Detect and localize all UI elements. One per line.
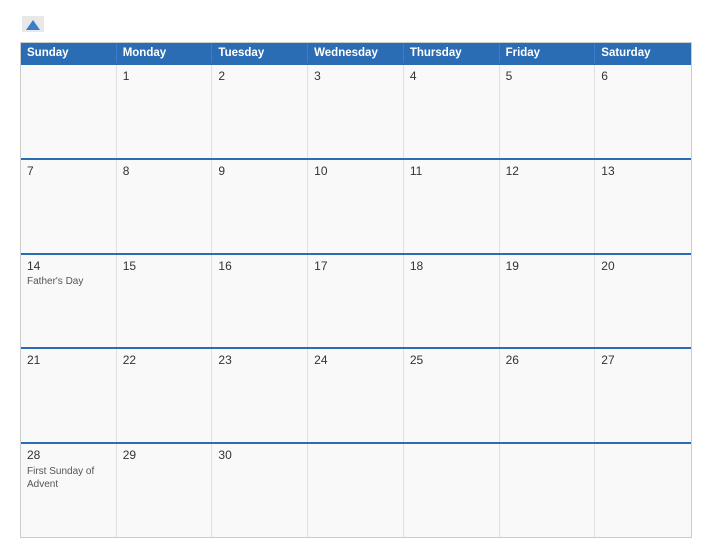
day-number: 23 <box>218 353 301 367</box>
calendar-cell: 12 <box>500 160 596 253</box>
day-number: 8 <box>123 164 206 178</box>
day-header-monday: Monday <box>117 43 213 63</box>
day-number: 12 <box>506 164 589 178</box>
page: SundayMondayTuesdayWednesdayThursdayFrid… <box>0 0 712 550</box>
calendar-cell: 21 <box>21 349 117 442</box>
day-number: 7 <box>27 164 110 178</box>
day-header-tuesday: Tuesday <box>212 43 308 63</box>
day-number: 30 <box>218 448 301 462</box>
calendar-cell <box>404 444 500 537</box>
day-header-thursday: Thursday <box>404 43 500 63</box>
calendar-week-1: 123456 <box>21 63 691 158</box>
day-number: 10 <box>314 164 397 178</box>
day-number: 19 <box>506 259 589 273</box>
day-number: 6 <box>601 69 685 83</box>
calendar-cell: 15 <box>117 255 213 348</box>
calendar-cell <box>595 444 691 537</box>
day-number: 9 <box>218 164 301 178</box>
day-number: 5 <box>506 69 589 83</box>
calendar-cell: 9 <box>212 160 308 253</box>
day-event: First Sunday of Advent <box>27 465 110 491</box>
day-event: Father's Day <box>27 275 110 288</box>
day-number: 14 <box>27 259 110 273</box>
logo-icon <box>22 16 44 32</box>
day-number: 24 <box>314 353 397 367</box>
calendar-cell: 13 <box>595 160 691 253</box>
calendar-cell: 6 <box>595 65 691 158</box>
day-number: 2 <box>218 69 301 83</box>
calendar-week-4: 21 22 23 24 25 26 27 <box>21 347 691 442</box>
calendar-cell: 2 <box>212 65 308 158</box>
logo <box>20 16 48 32</box>
day-number: 21 <box>27 353 110 367</box>
calendar-cell: 30 <box>212 444 308 537</box>
day-number: 17 <box>314 259 397 273</box>
day-number: 13 <box>601 164 685 178</box>
calendar-cell: 14 Father's Day <box>21 255 117 348</box>
calendar-body: 1234567891011121314Father's Day151617181… <box>21 63 691 537</box>
day-number: 11 <box>410 164 493 178</box>
day-number: 3 <box>314 69 397 83</box>
calendar-cell: 4 <box>404 65 500 158</box>
calendar-header-row: SundayMondayTuesdayWednesdayThursdayFrid… <box>21 43 691 63</box>
day-number: 16 <box>218 259 301 273</box>
calendar-cell: 25 <box>404 349 500 442</box>
calendar-cell <box>500 444 596 537</box>
day-number: 1 <box>123 69 206 83</box>
day-number: 27 <box>601 353 685 367</box>
calendar-cell: 29 <box>117 444 213 537</box>
calendar-cell: 19 <box>500 255 596 348</box>
day-number: 20 <box>601 259 685 273</box>
calendar-week-5: 28 First Sunday of Advent 29 30 <box>21 442 691 537</box>
calendar-cell: 28 First Sunday of Advent <box>21 444 117 537</box>
calendar-cell: 7 <box>21 160 117 253</box>
calendar-cell: 5 <box>500 65 596 158</box>
calendar-cell: 23 <box>212 349 308 442</box>
calendar-cell: 18 <box>404 255 500 348</box>
day-header-sunday: Sunday <box>21 43 117 63</box>
day-header-wednesday: Wednesday <box>308 43 404 63</box>
calendar-cell: 26 <box>500 349 596 442</box>
calendar-cell <box>21 65 117 158</box>
calendar-cell <box>308 444 404 537</box>
day-header-friday: Friday <box>500 43 596 63</box>
day-number: 29 <box>123 448 206 462</box>
day-number: 25 <box>410 353 493 367</box>
calendar-cell: 17 <box>308 255 404 348</box>
calendar-cell: 10 <box>308 160 404 253</box>
day-number: 22 <box>123 353 206 367</box>
day-number: 18 <box>410 259 493 273</box>
calendar-week-3: 14 Father's Day 15 16 17 18 19 20 <box>21 253 691 348</box>
day-number: 4 <box>410 69 493 83</box>
calendar-header <box>20 16 692 32</box>
calendar-cell: 3 <box>308 65 404 158</box>
calendar-cell: 20 <box>595 255 691 348</box>
calendar-cell: 22 <box>117 349 213 442</box>
calendar-cell: 1 <box>117 65 213 158</box>
calendar-cell: 16 <box>212 255 308 348</box>
calendar-cell: 24 <box>308 349 404 442</box>
day-header-saturday: Saturday <box>595 43 691 63</box>
calendar-cell: 8 <box>117 160 213 253</box>
calendar-cell: 27 <box>595 349 691 442</box>
day-number: 28 <box>27 448 110 462</box>
calendar-grid: SundayMondayTuesdayWednesdayThursdayFrid… <box>20 42 692 538</box>
day-number: 15 <box>123 259 206 273</box>
day-number: 26 <box>506 353 589 367</box>
calendar-cell: 11 <box>404 160 500 253</box>
calendar-week-2: 789 10 11 12 13 <box>21 158 691 253</box>
